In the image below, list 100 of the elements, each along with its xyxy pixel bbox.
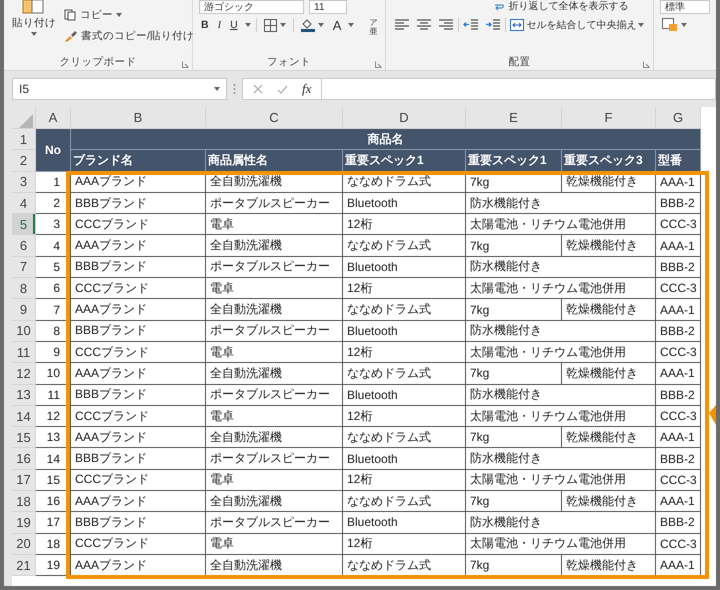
column-header[interactable]: D	[343, 107, 466, 129]
row-header[interactable]: 3	[12, 172, 36, 193]
table-cell: 18	[36, 534, 71, 555]
table-cell: 乾燥機能付き	[562, 491, 656, 512]
row-header[interactable]: 20	[12, 534, 36, 555]
table-cell: BBBブランド	[71, 192, 206, 214]
format-painter-button[interactable]: 書式のコピー/貼り付け	[62, 27, 196, 45]
conditional-format-button[interactable]	[660, 16, 689, 34]
table-cell: 17	[36, 512, 71, 534]
align-center-icon	[416, 19, 432, 31]
font-size-field[interactable]: 11	[309, 0, 347, 14]
row-header[interactable]: 12	[12, 363, 36, 385]
phonetic-button[interactable]: ア 亜	[367, 18, 380, 36]
table-cell: ななめドラム式	[343, 299, 466, 321]
merge-center-button[interactable]: セルを結合して中央揃え	[508, 16, 646, 34]
row-header[interactable]: 18	[12, 491, 36, 512]
table-cell: 乾燥機能付き	[562, 554, 656, 576]
header-cell: ブランド名	[71, 150, 206, 172]
table-cell: CCCブランド	[71, 214, 206, 236]
table-cell: 12桁	[343, 342, 466, 364]
row-header[interactable]: 14	[12, 406, 36, 428]
table-cell: 全自動洗濯機	[206, 554, 343, 576]
column-header[interactable]: A	[36, 107, 71, 129]
paste-button[interactable]: 貼り付け	[10, 0, 58, 56]
table-cell: ポータブルスピーカー	[206, 512, 343, 534]
table-cell: CCC-3	[656, 470, 701, 492]
row-header[interactable]: 16	[12, 448, 36, 470]
row-header[interactable]: 17	[12, 470, 36, 492]
table-cell: 電卓	[206, 534, 343, 555]
borders-icon	[264, 18, 277, 32]
table-cell: 太陽電池・リチウム電池併用	[466, 470, 656, 492]
wrap-text-button[interactable]: 折り返して全体を表示する	[492, 0, 630, 14]
row-header[interactable]: 8	[12, 278, 36, 300]
table-cell: 15	[36, 470, 71, 492]
column-header[interactable]: B	[71, 107, 206, 129]
table-cell: ななめドラム式	[343, 172, 466, 193]
row-header[interactable]: 5	[12, 214, 36, 236]
table-cell: 10	[36, 363, 71, 385]
table-cell: ななめドラム式	[343, 427, 466, 448]
row-header[interactable]: 9	[12, 299, 36, 321]
table-cell: CCC-3	[656, 214, 701, 236]
row-header[interactable]: 6	[12, 235, 36, 257]
column-header[interactable]: G	[656, 107, 701, 129]
row-header[interactable]: 2	[12, 150, 36, 172]
row-header[interactable]: 19	[12, 512, 36, 534]
caret-icon	[638, 23, 644, 27]
copy-button[interactable]: コピー	[62, 6, 196, 24]
borders-button[interactable]	[262, 16, 288, 34]
row-header[interactable]: 4	[12, 192, 36, 214]
align-left-icon	[394, 19, 410, 31]
table-cell: ポータブルスピーカー	[206, 256, 343, 278]
font-color-button[interactable]: A	[330, 16, 344, 34]
table-cell: BBBブランド	[71, 320, 206, 342]
row-header[interactable]: 15	[12, 427, 36, 448]
table-cell: 電卓	[206, 214, 343, 236]
row-header[interactable]: 10	[12, 320, 36, 342]
dialog-launcher-icon[interactable]	[643, 61, 650, 68]
table-cell: CCC-3	[656, 406, 701, 428]
row-header[interactable]: 1	[12, 129, 36, 150]
table-cell: 防水機能付き	[466, 384, 656, 406]
table-cell: CCCブランド	[71, 534, 206, 555]
column-header[interactable]: F	[562, 107, 656, 129]
table-cell: 2	[36, 192, 71, 214]
table-cell: CCCブランド	[71, 278, 206, 300]
table-cell: ポータブルスピーカー	[206, 448, 343, 470]
paintbrush-icon	[64, 30, 78, 42]
dialog-launcher-icon[interactable]	[375, 61, 382, 68]
header-cell: 型番	[656, 150, 701, 172]
dialog-launcher-icon[interactable]	[182, 61, 189, 68]
table-cell: AAA-1	[656, 491, 701, 512]
column-header[interactable]: C	[206, 107, 343, 129]
column-header[interactable]: E	[466, 107, 562, 129]
row-header[interactable]: 11	[12, 342, 36, 364]
underline-button[interactable]: U	[228, 16, 240, 34]
table-cell: 13	[36, 427, 71, 448]
name-box[interactable]: I5	[12, 78, 227, 100]
row-header[interactable]: 21	[12, 554, 36, 576]
italic-button[interactable]: I	[216, 16, 224, 34]
indent-decrease-icon	[463, 19, 480, 31]
table-cell: 7kg	[466, 554, 562, 576]
table-cell: AAA-1	[656, 554, 701, 576]
table-cell: 太陽電池・リチウム電池併用	[466, 534, 656, 555]
table-cell: 太陽電池・リチウム電池併用	[466, 342, 656, 364]
caret-icon	[280, 23, 286, 27]
font-name-field[interactable]: 游ゴシック	[199, 0, 304, 14]
table-cell: ななめドラム式	[343, 363, 466, 385]
number-format-field[interactable]: 標準	[660, 0, 710, 14]
table-cell: CCC-3	[656, 278, 701, 300]
check-icon[interactable]	[277, 84, 288, 94]
bold-button[interactable]: B	[199, 16, 211, 34]
row-header[interactable]: 13	[12, 384, 36, 406]
table-cell: CCC-3	[656, 534, 701, 555]
indent-increase-icon	[485, 19, 502, 31]
formula-field[interactable]	[321, 78, 716, 100]
insert-function-button[interactable]: fx	[302, 81, 312, 97]
row-header[interactable]: 7	[12, 256, 36, 278]
table-cell: BBB-2	[656, 192, 701, 214]
table-cell: CCCブランド	[71, 406, 206, 428]
header-cell: 商品属性名	[206, 150, 343, 172]
table-cell: BBBブランド	[71, 512, 206, 534]
